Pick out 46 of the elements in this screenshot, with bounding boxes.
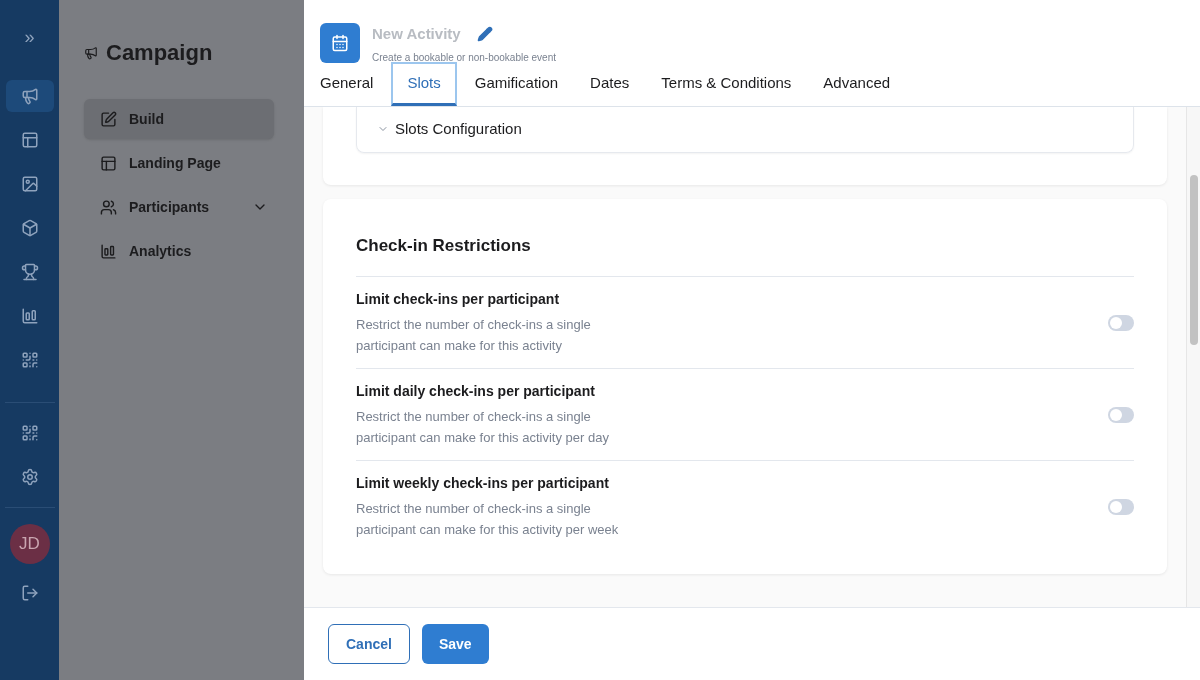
sidebar-item[interactable]: Build (84, 99, 274, 139)
sidebar-title: Campaign (106, 39, 213, 67)
setting-description: participant can make for this activity per week (356, 521, 620, 539)
edit-icon[interactable] (476, 26, 493, 43)
setting-description: Restrict the number of check-ins a single (356, 316, 592, 334)
users-icon (100, 198, 117, 216)
activity-title: New Activity (372, 24, 461, 44)
scrollbar-thumb[interactable] (1189, 174, 1198, 345)
cancel-button[interactable]: Cancel (328, 624, 410, 664)
save-button[interactable]: Save (421, 624, 489, 664)
image-icon (20, 175, 39, 193)
user-avatar[interactable]: JD (9, 524, 50, 564)
accordion-header[interactable]: Slots Configuration (356, 106, 1134, 153)
calendar-icon (331, 34, 349, 52)
trophy-icon (20, 263, 39, 281)
rail-item[interactable] (5, 80, 54, 112)
setting-description: participant can make for this activity per day (356, 429, 610, 447)
tab[interactable]: Dates (576, 61, 644, 106)
tab[interactable]: Terms & Conditions (647, 61, 806, 106)
layout-icon (20, 131, 39, 149)
expand-button[interactable]: » (24, 28, 35, 46)
edit-icon (100, 110, 117, 128)
setting-description: Restrict the number of check-ins a single (356, 408, 592, 426)
section-title: Check-in Restrictions (356, 232, 1134, 277)
sidebar-item[interactable]: Participants (84, 187, 274, 227)
sidebar-item[interactable]: Analytics (84, 231, 274, 271)
sidebar-item[interactable]: Landing Page (84, 143, 274, 183)
setting-description: participant can make for this activity (356, 337, 563, 355)
megaphone-icon (20, 87, 39, 105)
settings-icon (20, 468, 39, 486)
setting-title: Limit daily check-ins per participant (356, 382, 596, 401)
toggle-switch[interactable] (1108, 406, 1134, 423)
cube-icon (20, 219, 39, 237)
qr-code-icon (20, 424, 39, 442)
setting-title: Limit check-ins per participant (356, 290, 561, 309)
layout-icon (100, 154, 117, 172)
toggle-switch[interactable] (1108, 498, 1134, 515)
toggle-switch[interactable] (1108, 314, 1134, 331)
tab[interactable]: Advanced (809, 61, 905, 106)
qr-code-icon (20, 351, 39, 369)
logout-icon[interactable] (20, 584, 39, 602)
setting-description: Restrict the number of check-ins a single (356, 500, 592, 518)
chart-icon (100, 242, 117, 260)
megaphone-icon (84, 45, 98, 60)
setting-title: Limit weekly check-ins per participant (356, 474, 610, 493)
chart-icon (20, 307, 39, 325)
